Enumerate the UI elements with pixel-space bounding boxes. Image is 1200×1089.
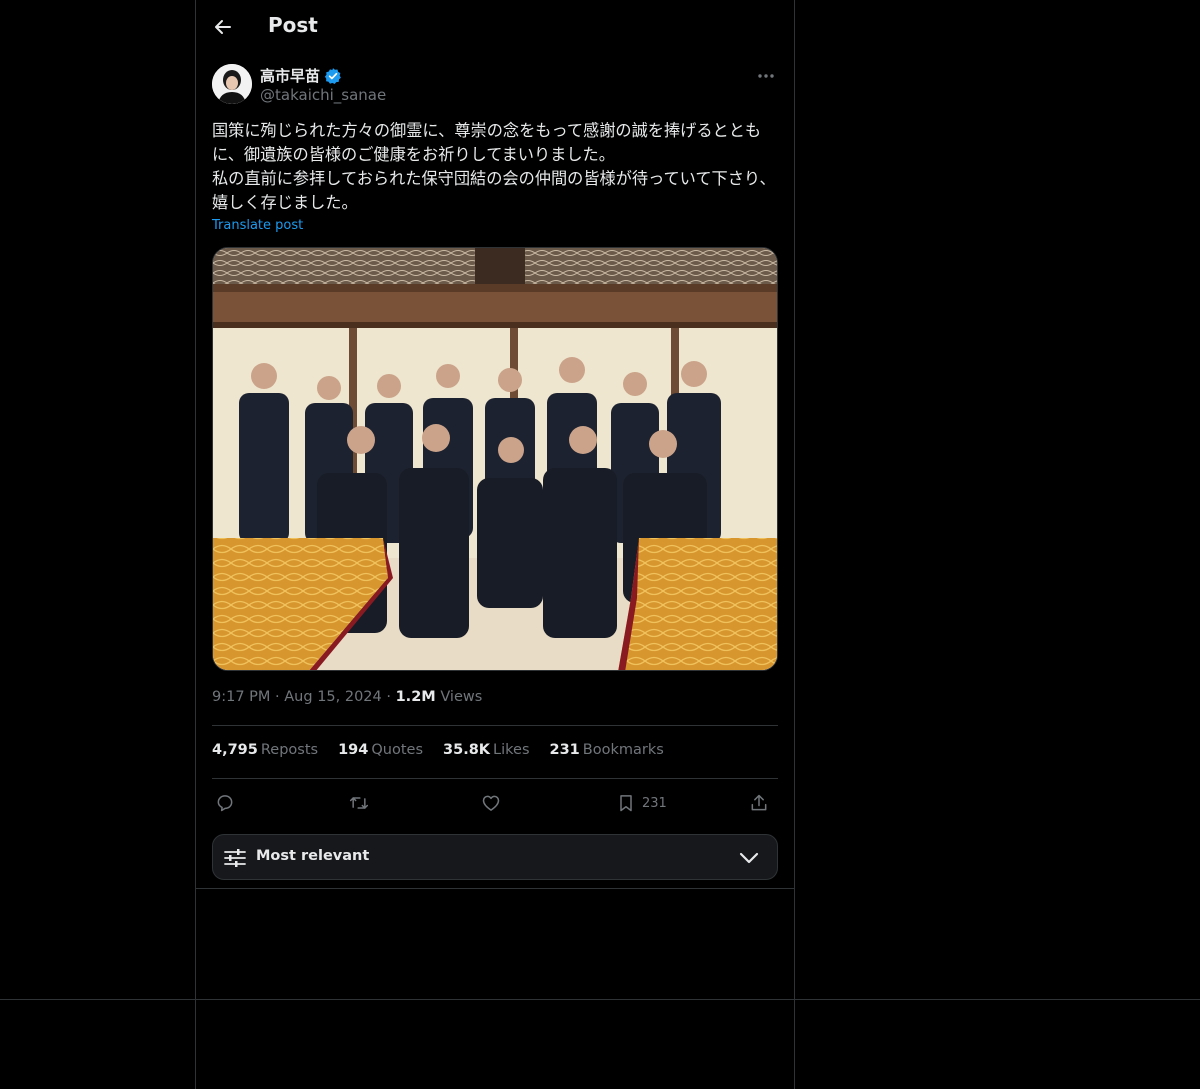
likes-stat[interactable]: 35.8K Likes	[443, 742, 529, 758]
back-arrow-icon	[215, 20, 231, 34]
page-title: Post	[268, 13, 318, 37]
post-time[interactable]: 9:17 PM	[212, 689, 270, 705]
engagement-stats: 4,795 Reposts 194 Quotes 35.8K Likes 231 Boo…	[212, 742, 664, 758]
right-column-border	[794, 0, 795, 1089]
bookmark-button[interactable]: 231	[616, 790, 667, 816]
post-date[interactable]: Aug 15, 2024	[284, 689, 382, 705]
bookmarks-label: Bookmarks	[582, 742, 664, 758]
like-button[interactable]	[481, 790, 501, 816]
share-icon	[751, 794, 767, 811]
reposts-count: 4,795	[212, 742, 258, 758]
meta-separator: ·	[386, 689, 391, 705]
views-count: 1.2M	[395, 689, 436, 705]
avatar[interactable]	[212, 64, 252, 104]
reply-button[interactable]	[215, 790, 235, 816]
divider	[212, 725, 778, 726]
bottom-divider	[0, 999, 1200, 1000]
views-label: Views	[440, 689, 483, 705]
author-name-row[interactable]: 高市早苗	[260, 65, 342, 86]
post-text: 国策に殉じられた方々の御霊に、尊崇の念をもって感謝の誠を捧げるとともに、御遺族の…	[212, 121, 776, 212]
bookmarks-stat[interactable]: 231 Bookmarks	[550, 742, 664, 758]
likes-count: 35.8K	[443, 742, 491, 758]
more-icon	[758, 74, 774, 78]
page-header: Post	[196, 0, 794, 54]
back-button[interactable]	[210, 13, 236, 41]
post-photo[interactable]	[212, 247, 778, 671]
sort-label: Most relevant	[256, 848, 370, 864]
divider	[212, 778, 778, 779]
author-handle[interactable]: @takaichi_sanae	[260, 86, 386, 104]
reposts-stat[interactable]: 4,795 Reposts	[212, 742, 318, 758]
divider	[196, 888, 794, 889]
likes-label: Likes	[493, 742, 530, 758]
left-column-border	[195, 0, 196, 1089]
post-author: 高市早苗 @takaichi_sanae	[212, 64, 778, 108]
post-meta: 9:17 PM · Aug 15, 2024 · 1.2M Views	[212, 689, 482, 705]
post-detail-column: Post 高市早苗 @takaichi_sanae 国策に殉じられた方々の御霊に…	[196, 0, 794, 889]
avatar-image	[212, 64, 252, 104]
chevron-down-icon	[739, 852, 759, 864]
translate-post-link[interactable]: Translate post	[212, 218, 303, 233]
like-icon	[482, 795, 500, 811]
bookmark-icon	[620, 795, 632, 812]
share-button[interactable]	[749, 790, 769, 816]
reply-sort-dropdown[interactable]: Most relevant	[212, 834, 778, 880]
author-name[interactable]: 高市早苗	[260, 65, 320, 86]
reposts-label: Reposts	[260, 742, 319, 758]
repost-icon	[349, 797, 369, 809]
quotes-count: 194	[338, 742, 369, 758]
bookmark-count: 231	[642, 795, 667, 811]
meta-separator: ·	[275, 689, 280, 705]
more-options-button[interactable]	[754, 66, 778, 86]
reply-icon	[217, 795, 233, 812]
repost-button[interactable]	[348, 790, 370, 816]
sliders-icon	[224, 849, 246, 867]
action-bar: 231	[212, 788, 778, 818]
bookmarks-count: 231	[549, 742, 580, 758]
quotes-label: Quotes	[371, 742, 424, 758]
verified-badge-icon	[324, 67, 341, 84]
group-photo-image	[213, 248, 777, 670]
quotes-stat[interactable]: 194 Quotes	[338, 742, 423, 758]
